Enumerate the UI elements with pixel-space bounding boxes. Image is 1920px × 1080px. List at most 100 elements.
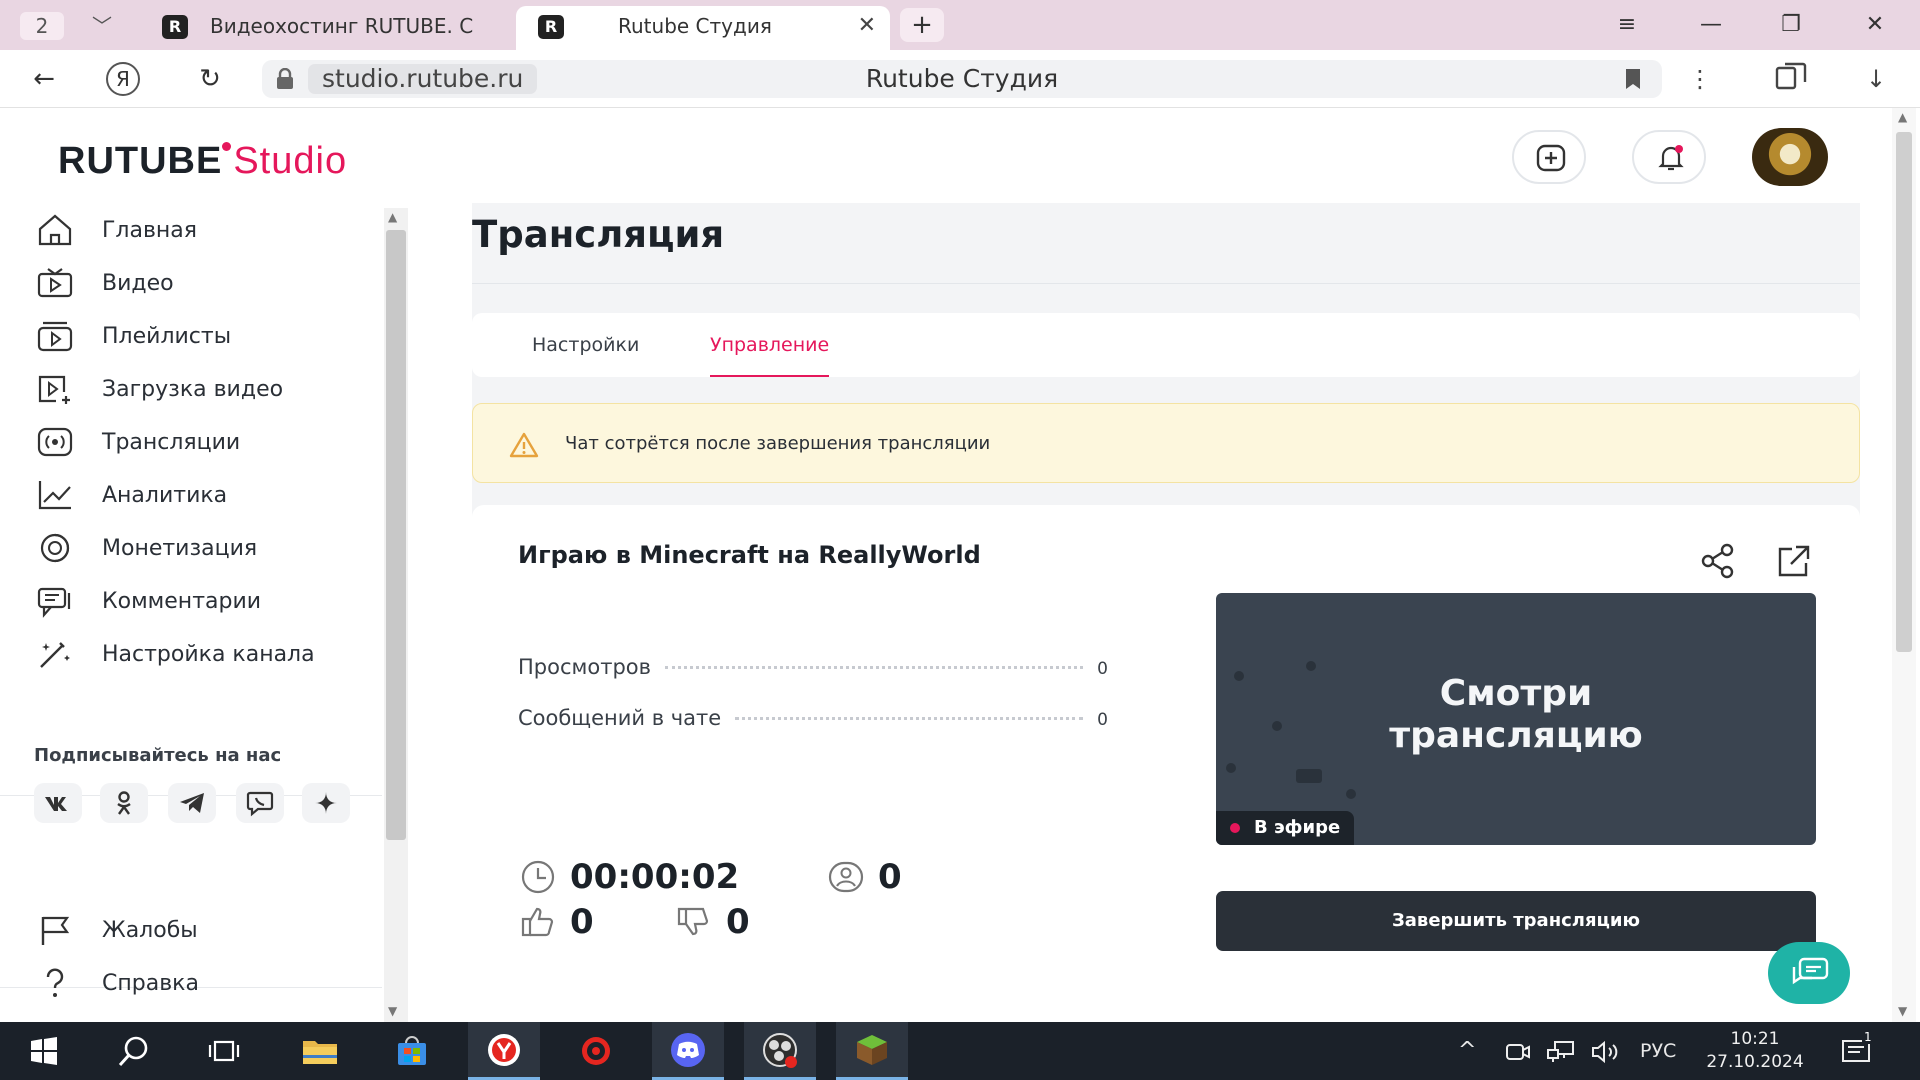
- sidebar-item-monetization[interactable]: Монетизация: [34, 526, 364, 570]
- browser-menu-button[interactable]: ≡: [1602, 8, 1652, 42]
- scroll-down-arrow-icon[interactable]: ▼: [1898, 1004, 1907, 1018]
- video-icon: [34, 265, 76, 301]
- sidebar-item-complaints[interactable]: Жалобы: [34, 908, 364, 952]
- downloads-button[interactable]: ↓: [1856, 62, 1896, 96]
- windows-taskbar: ^ РУС 10:21 27.10.2024 1: [0, 1022, 1920, 1080]
- rutube-favicon-icon: R: [162, 15, 188, 39]
- start-button[interactable]: [8, 1022, 80, 1080]
- meet-now-icon[interactable]: [1504, 1022, 1532, 1080]
- feedback-button[interactable]: [1768, 942, 1850, 1004]
- scroll-up-arrow-icon[interactable]: ▲: [388, 210, 397, 224]
- tab-settings[interactable]: Настройки: [532, 313, 639, 377]
- preview-decoration: [1346, 789, 1356, 799]
- playlist-icon: [34, 318, 76, 354]
- bookmark-icon[interactable]: [1624, 68, 1642, 90]
- duration-value: 00:00:02: [570, 857, 740, 897]
- bell-icon: [1658, 145, 1684, 171]
- minimize-button[interactable]: —: [1686, 8, 1736, 42]
- dot-leader: [665, 666, 1084, 669]
- warning-text: Чат сотрётся после завершения трансляции: [565, 433, 991, 454]
- url-text[interactable]: studio.rutube.ru: [308, 64, 538, 94]
- notification-center-button[interactable]: 1: [1840, 1022, 1874, 1080]
- windows-icon: [31, 1037, 57, 1065]
- social-dzen-button[interactable]: [302, 783, 350, 823]
- tab-close-button[interactable]: ✕: [858, 6, 876, 46]
- sidebar-item-label: Справка: [102, 970, 199, 996]
- sidebar-item-video[interactable]: Видео: [34, 261, 364, 305]
- dzen-icon: [315, 792, 337, 814]
- flag-icon: [34, 912, 76, 948]
- clock-time: 10:21: [1730, 1029, 1780, 1049]
- social-telegram-button[interactable]: [168, 783, 216, 823]
- tabs-dropdown-button[interactable]: ﹀: [80, 12, 124, 40]
- tab-management[interactable]: Управление: [710, 313, 830, 377]
- stream-preview[interactable]: Смотри трансляцию В эфире: [1216, 593, 1816, 845]
- notifications-button[interactable]: [1632, 130, 1706, 184]
- channel-settings-icon: [34, 636, 76, 672]
- store-button[interactable]: [376, 1022, 448, 1080]
- page-scrollbar[interactable]: ▲ ▼: [1892, 108, 1916, 1022]
- collections-button[interactable]: [1772, 62, 1812, 96]
- chat-icon: [1792, 957, 1829, 985]
- external-link-icon[interactable]: [1774, 541, 1814, 581]
- share-icon[interactable]: [1698, 541, 1738, 581]
- sidebar-scrollbar[interactable]: ▲ ▼: [384, 208, 408, 1022]
- restore-button[interactable]: ❐: [1766, 8, 1816, 42]
- file-explorer-button[interactable]: [284, 1022, 356, 1080]
- chat-warning-banner: Чат сотрётся после завершения трансляции: [472, 403, 1860, 483]
- yandex-browser-taskbar-button[interactable]: [468, 1022, 540, 1080]
- create-upload-button[interactable]: [1512, 130, 1586, 184]
- page-scroll-thumb[interactable]: [1896, 132, 1912, 652]
- vk-icon: [45, 797, 67, 811]
- new-tab-button[interactable]: +: [900, 8, 944, 42]
- end-stream-button[interactable]: Завершить трансляцию: [1216, 891, 1816, 951]
- obs-taskbar-button[interactable]: [744, 1022, 816, 1080]
- yandex-home-button[interactable]: Я: [106, 62, 140, 96]
- broadcast-icon: [34, 424, 76, 460]
- user-avatar[interactable]: [1752, 128, 1828, 186]
- sidebar-item-playlists[interactable]: Плейлисты: [34, 314, 364, 358]
- discord-taskbar-button[interactable]: [652, 1022, 724, 1080]
- browser-tab-studio[interactable]: R Rutube Студия ✕: [516, 6, 890, 50]
- network-icon[interactable]: [1546, 1022, 1576, 1080]
- sidebar-item-label: Аналитика: [102, 482, 228, 508]
- rutube-studio-logo[interactable]: RUTUBE Studio: [58, 140, 347, 183]
- tray-overflow-chevron[interactable]: ^: [1458, 1022, 1476, 1080]
- stream-card: Играю в Minecraft на ReallyWorld Просмот…: [472, 505, 1860, 1022]
- sidebar-item-home[interactable]: Главная: [34, 208, 364, 252]
- url-field[interactable]: studio.rutube.ru Rutube Студия: [262, 60, 1662, 98]
- task-view-button[interactable]: [188, 1022, 260, 1080]
- social-viber-button[interactable]: [236, 783, 284, 823]
- sidebar-item-channel-settings[interactable]: Настройка канала: [34, 632, 364, 676]
- back-button[interactable]: ←: [24, 62, 64, 96]
- scroll-down-arrow-icon[interactable]: ▼: [388, 1004, 397, 1018]
- more-menu-button[interactable]: ⋮: [1680, 62, 1720, 96]
- taskbar-clock[interactable]: 10:21 27.10.2024: [1700, 1028, 1810, 1074]
- volume-icon[interactable]: [1590, 1022, 1622, 1080]
- social-vk-button[interactable]: [34, 783, 82, 823]
- search-button[interactable]: [98, 1022, 170, 1080]
- social-ok-button[interactable]: [100, 783, 148, 823]
- close-window-button[interactable]: ✕: [1850, 8, 1900, 42]
- speaker-icon: [1592, 1040, 1618, 1063]
- sidebar-item-label: Монетизация: [102, 535, 258, 561]
- sidebar-item-analytics[interactable]: Аналитика: [34, 473, 364, 517]
- sidebar-item-comments[interactable]: Комментарии: [34, 579, 364, 623]
- tab-count-button[interactable]: 2: [20, 12, 64, 40]
- sidebar-item-label: Главная: [102, 217, 198, 243]
- sidebar-item-broadcasts[interactable]: Трансляции: [34, 420, 364, 464]
- language-indicator[interactable]: РУС: [1640, 1022, 1676, 1080]
- sidebar-item-label: Плейлисты: [102, 323, 232, 349]
- scroll-up-arrow-icon[interactable]: ▲: [1898, 110, 1907, 124]
- reload-button[interactable]: ↻: [190, 62, 230, 96]
- sidebar-item-upload[interactable]: Загрузка видео: [34, 367, 364, 411]
- minecraft-taskbar-button[interactable]: [836, 1022, 908, 1080]
- sidebar-item-help[interactable]: Справка: [34, 961, 364, 1005]
- likes-value: 0: [570, 902, 594, 942]
- stat-label: Сообщений в чате: [518, 706, 722, 730]
- plus-square-icon: [1536, 144, 1566, 172]
- folder-icon: [303, 1041, 337, 1064]
- app-taskbar-button[interactable]: [560, 1022, 632, 1080]
- browser-tab-rutube[interactable]: R Видеохостинг RUTUBE. С: [150, 6, 510, 50]
- sidebar-scroll-thumb[interactable]: [386, 230, 406, 840]
